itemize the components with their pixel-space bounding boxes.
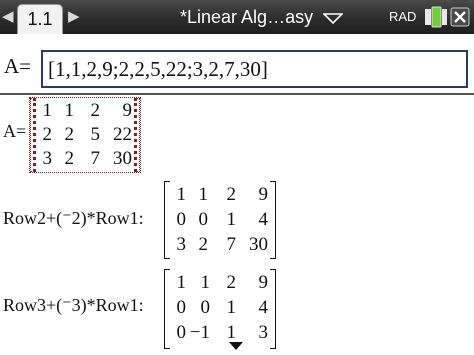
matrix-cell: 3 [176, 234, 187, 255]
entry-line: A= [1,1,2,9;2,2,5,22;3,2,7,30] [0, 34, 474, 92]
matrix-cell: 2 [226, 184, 237, 205]
matrix-cell: 4 [258, 297, 269, 318]
matrix-cell: 1 [176, 272, 187, 293]
matrix-cell: 30 [249, 234, 268, 255]
matrix-cell: 9 [122, 100, 133, 121]
matrix-cell: 2 [64, 124, 75, 145]
matrix-right-bracket [134, 98, 140, 172]
entry-prompt: A= [4, 54, 32, 78]
matrix-right-bracket [270, 269, 276, 349]
title-bar: ◀ 1.1 ▶ *Linear Alg…asy RAD [0, 0, 474, 34]
matrix-cell: 3 [42, 148, 53, 169]
matrix-cell: 0 [176, 297, 187, 318]
matrix-cell: 7 [90, 148, 101, 169]
matrix-cell: 2 [64, 148, 75, 169]
matrix-cell: 1 [226, 297, 237, 318]
matrix-cell: 30 [113, 148, 132, 169]
matrix-cell: 0 [176, 322, 187, 343]
matrix-cell: 2 [198, 234, 209, 255]
matrix-cell: 1 [200, 272, 211, 293]
chevron-down-icon[interactable] [323, 13, 343, 24]
history-label: A= [3, 121, 27, 141]
matrix-cell: 3 [258, 322, 269, 343]
matrix-cell: 2 [90, 100, 101, 121]
matrix-cell: 1 [176, 184, 187, 205]
matrix-cell: 9 [258, 272, 269, 293]
matrix-cell: 7 [226, 234, 237, 255]
matrix-result[interactable]: 1 1 2 9 2 2 5 22 3 2 7 30 [29, 97, 141, 173]
scroll-down-icon[interactable] [229, 342, 243, 351]
previous-page-icon[interactable]: ◀ [2, 8, 14, 26]
angle-mode-indicator: RAD [389, 9, 417, 24]
matrix-cell: 1 [226, 209, 237, 230]
history-label: Row3+(⁻3)*Row1: [3, 295, 144, 315]
next-page-icon[interactable]: ▶ [68, 8, 80, 26]
document-title[interactable]: *Linear Alg…asy [180, 6, 313, 28]
matrix-cell: 0 [198, 209, 209, 230]
matrix-cell: 5 [90, 124, 101, 145]
matrix-result[interactable]: 1 1 2 9 0 0 1 4 3 2 7 30 [164, 181, 276, 259]
matrix-cell: 1 [198, 184, 209, 205]
matrix-cell: −1 [189, 322, 210, 343]
expression-input[interactable]: [1,1,2,9;2,2,5,22;3,2,7,30] [41, 50, 468, 88]
matrix-cell: 22 [113, 124, 132, 145]
matrix-cell: 0 [176, 209, 187, 230]
close-icon[interactable] [450, 6, 470, 28]
matrix-cell: 2 [226, 272, 237, 293]
matrix-cell: 0 [200, 297, 211, 318]
matrix-cell: 1 [226, 322, 237, 343]
matrix-cell: 9 [258, 184, 269, 205]
history-label: Row2+(⁻2)*Row1: [3, 208, 144, 228]
matrix-result[interactable]: 1 1 2 9 0 0 1 4 0 −1 1 3 [164, 269, 276, 349]
battery-icon [425, 6, 447, 28]
matrix-cell: 4 [258, 209, 269, 230]
matrix-cell: 1 [42, 100, 53, 121]
page-tab[interactable]: 1.1 [17, 4, 63, 34]
matrix-cell: 2 [42, 124, 53, 145]
matrix-cell: 1 [64, 100, 75, 121]
calculator-history: A= 1 1 2 9 2 2 5 22 3 2 7 30 Row2+(⁻2)*R… [0, 95, 474, 355]
matrix-right-bracket [270, 181, 276, 259]
